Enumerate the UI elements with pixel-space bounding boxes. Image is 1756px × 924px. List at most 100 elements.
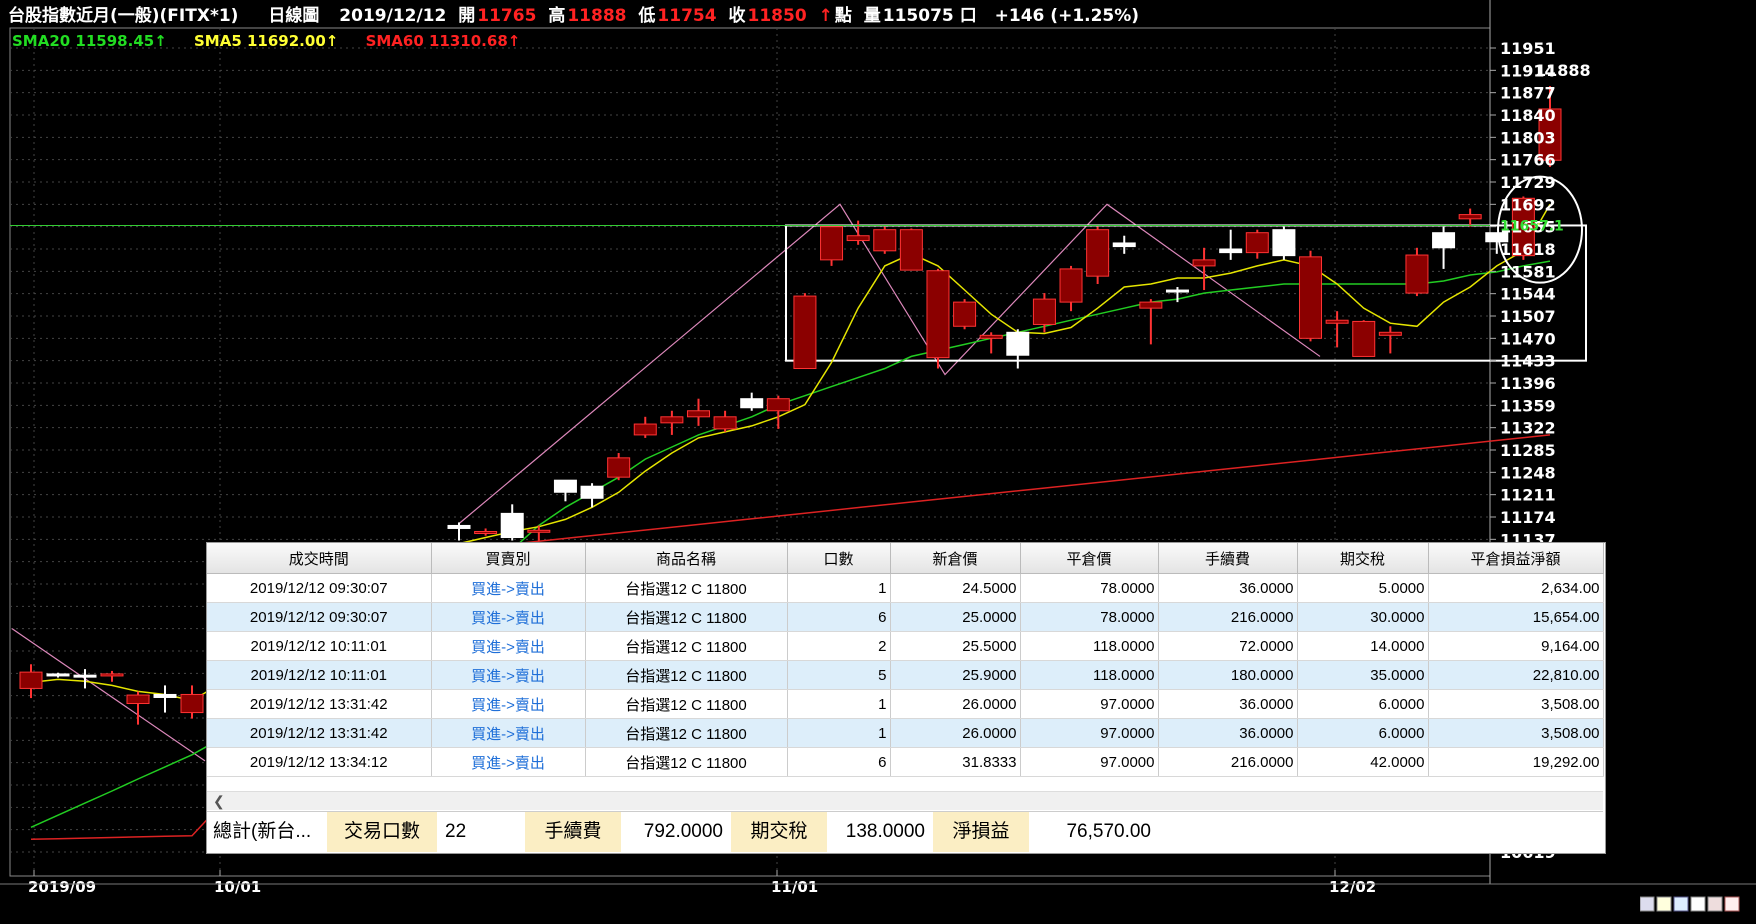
table-cell: 6.0000 <box>1297 689 1429 719</box>
candle-body <box>153 693 177 698</box>
table-cell: 72.0000 <box>1158 631 1298 661</box>
table-cell: 2019/12/12 13:31:42 <box>207 718 432 748</box>
table-row[interactable]: 2019/12/12 09:30:07 買進->賣出 台指選12 C 11800 1 2… <box>207 573 1604 603</box>
candle-body <box>793 295 817 370</box>
table-cell: 1 <box>787 689 891 719</box>
candle-body <box>474 530 498 534</box>
table-cell: 1 <box>787 718 891 748</box>
table-row[interactable]: 2019/12/12 13:31:42 買進->賣出 台指選12 C 11800 1 2… <box>207 718 1604 748</box>
table-cell: 97.0000 <box>1020 718 1159 748</box>
table-cell: 9,164.00 <box>1428 631 1604 661</box>
table-cell: 14.0000 <box>1297 631 1429 661</box>
open-value: 11765 <box>477 6 537 26</box>
date-tick-label: 11/01 <box>771 878 818 896</box>
table-cell: 35.0000 <box>1297 660 1429 690</box>
table-cell: 台指選12 C 11800 <box>585 602 788 632</box>
table-cell: 97.0000 <box>1020 747 1159 777</box>
col-header[interactable]: 成交時間 <box>207 543 432 574</box>
candle-body <box>1458 214 1482 220</box>
symbol-name: 台股指數近月(一般)(FITX*1) <box>8 6 239 26</box>
quote-header: 台股指數近月(一般)(FITX*1) 日線圖 2019/12/12 開 11765… <box>8 4 1145 28</box>
table-cell: 買進->賣出 <box>431 631 586 661</box>
price-tick-label: 11618 <box>1500 240 1556 259</box>
current-price-label: 11657.1 <box>1500 218 1564 234</box>
col-header[interactable]: 新倉價 <box>890 543 1021 574</box>
scroll-left-icon[interactable]: ❮ <box>213 792 225 810</box>
candle-body <box>953 301 977 327</box>
horizontal-scrollbar[interactable]: ❮ <box>207 791 1603 810</box>
candle-body <box>447 524 471 529</box>
sma60-label: SMA60 11310.68↑ <box>365 32 521 50</box>
col-header[interactable]: 期交稅 <box>1297 543 1429 574</box>
price-tick-label: 11840 <box>1500 106 1556 125</box>
table-cell: 25.9000 <box>890 660 1021 690</box>
table-cell: 6 <box>787 602 891 632</box>
col-header[interactable]: 商品名稱 <box>585 543 788 574</box>
table-row[interactable]: 2019/12/12 09:30:07 買進->賣出 台指選12 C 11800 6 2… <box>207 602 1604 632</box>
table-cell: 216.0000 <box>1158 747 1298 777</box>
date-tick-label: 2019/09 <box>28 878 96 896</box>
table-cell: 118.0000 <box>1020 631 1159 661</box>
candle-body <box>1139 301 1163 309</box>
table-cell: 15,654.00 <box>1428 602 1604 632</box>
table-row[interactable]: 2019/12/12 13:34:12 買進->賣出 台指選12 C 11800 6 3… <box>207 747 1604 777</box>
low-value: 11754 <box>657 6 717 26</box>
change-value: +146 (+1.25%) <box>994 6 1140 26</box>
summary-row: 總計(新台... 交易口數 22 手續費 792.0000 期交稅 138.00… <box>207 811 1603 852</box>
table-cell: 買進->賣出 <box>431 602 586 632</box>
table-row[interactable]: 2019/12/12 10:11:01 買進->賣出 台指選12 C 11800 5 2… <box>207 660 1604 690</box>
volume-value: 115075 <box>882 6 954 26</box>
candle-body <box>846 235 870 242</box>
candle-body <box>19 671 43 689</box>
table-cell: 2019/12/12 09:30:07 <box>207 602 432 632</box>
price-tick-label: 11211 <box>1500 486 1556 505</box>
table-cell: 22,810.00 <box>1428 660 1604 690</box>
zigzag-line <box>458 203 1321 525</box>
up-arrow-icon: ↑ <box>818 6 833 26</box>
candle-body <box>1352 320 1376 357</box>
sma20-label: SMA20 11598.45↑ <box>12 32 167 50</box>
candle-body <box>926 270 950 359</box>
col-header[interactable]: 平倉價 <box>1020 543 1159 574</box>
high-label: 高 <box>548 6 566 26</box>
candle-body <box>633 423 657 436</box>
table-cell: 97.0000 <box>1020 689 1159 719</box>
candle-body <box>979 334 1003 339</box>
table-row[interactable]: 2019/12/12 13:31:42 買進->賣出 台指選12 C 11800 1 2… <box>207 689 1604 719</box>
candle-body <box>1086 229 1110 277</box>
col-header[interactable]: 買賣別 <box>431 543 586 574</box>
toolbar-icons[interactable] <box>1640 896 1740 912</box>
col-header[interactable]: 口數 <box>787 543 891 574</box>
candle-body <box>873 229 897 252</box>
table-row[interactable]: 2019/12/12 10:11:01 買進->賣出 台指選12 C 11800 2 2… <box>207 631 1604 661</box>
candle-body <box>899 229 923 271</box>
tax-value: 138.0000 <box>845 821 925 842</box>
candle-body <box>73 674 97 678</box>
table-cell: 78.0000 <box>1020 573 1159 603</box>
table-cell: 216.0000 <box>1158 602 1298 632</box>
col-header[interactable]: 平倉損益淨額 <box>1428 543 1604 574</box>
price-tick-label: 11248 <box>1500 463 1556 482</box>
price-tick-label: 11803 <box>1500 128 1556 147</box>
net-value: 76,570.00 <box>1066 821 1151 842</box>
volume-unit: 口 <box>959 6 977 26</box>
col-header[interactable]: 手續費 <box>1158 543 1298 574</box>
high-annotation: 11888 <box>1535 61 1591 80</box>
close-label: 收 <box>728 6 746 26</box>
table-cell: 24.5000 <box>890 573 1021 603</box>
candle-body <box>660 416 684 424</box>
summary-title: 總計(新台... <box>213 821 312 842</box>
candle-body <box>686 410 710 418</box>
table-cell: 買進->賣出 <box>431 660 586 690</box>
table-cell: 5 <box>787 660 891 690</box>
table-cell: 買進->賣出 <box>431 747 586 777</box>
table-cell: 2019/12/12 13:34:12 <box>207 747 432 777</box>
table-cell: 5.0000 <box>1297 573 1429 603</box>
candle-body <box>580 485 604 499</box>
table-cell: 180.0000 <box>1158 660 1298 690</box>
table-cell: 2019/12/12 09:30:07 <box>207 573 432 603</box>
table-cell: 2,634.00 <box>1428 573 1604 603</box>
date-axis: 2019/09 10/01 11/01 12/02 <box>0 870 1756 896</box>
price-tick-label: 11359 <box>1500 396 1556 415</box>
fee-value: 792.0000 <box>643 821 723 842</box>
